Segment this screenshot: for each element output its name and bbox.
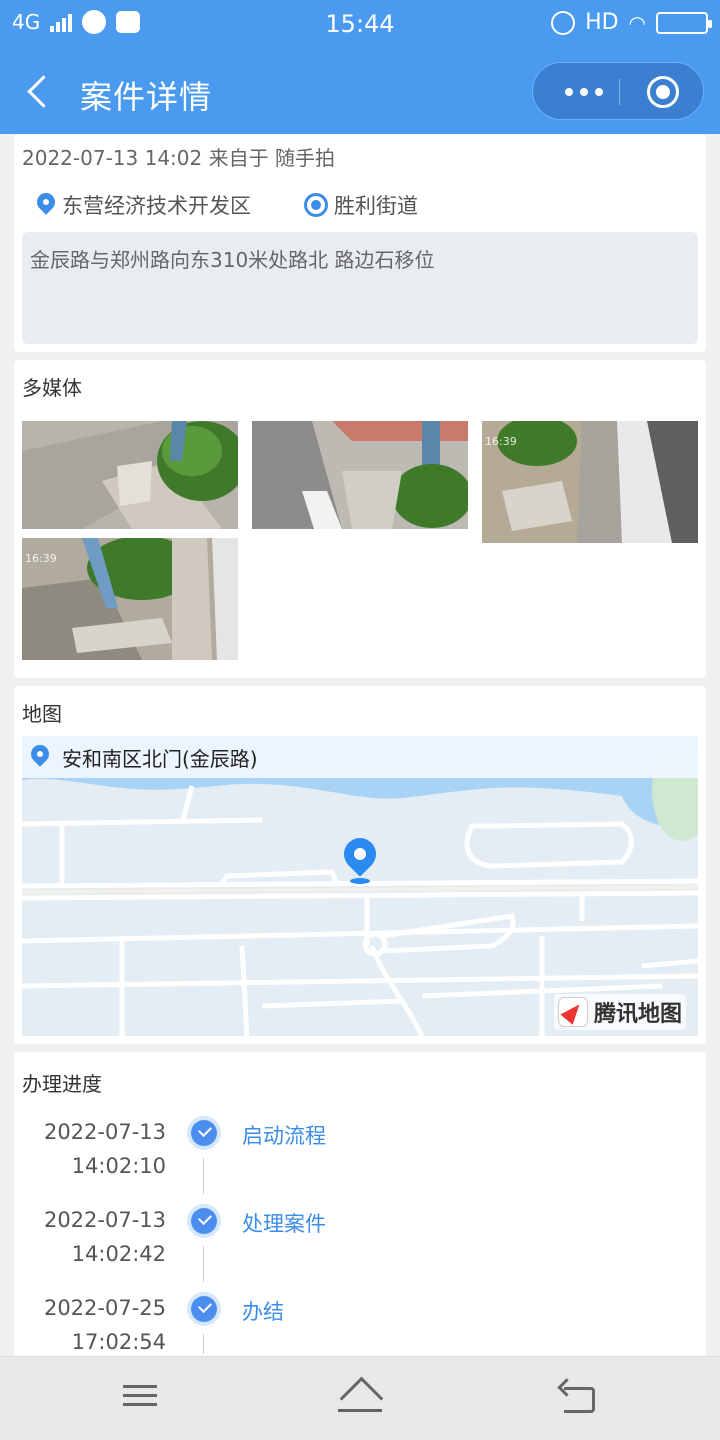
step-time: 14:02:10 <box>71 1154 166 1178</box>
media-photo-4[interactable]: 16:39 <box>22 538 238 660</box>
alarm-icon <box>551 10 576 35</box>
map-address: 安和南区北门(金辰路) <box>62 746 258 771</box>
location-pin-icon <box>36 193 56 217</box>
map-marker-icon[interactable] <box>337 831 383 886</box>
menu-icon[interactable] <box>118 1379 162 1419</box>
street-target-icon <box>304 193 328 217</box>
back-nav-icon[interactable] <box>558 1379 602 1419</box>
home-icon[interactable] <box>338 1379 382 1419</box>
step-date: 2022-07-13 <box>43 1208 166 1232</box>
progress-section-title: 办理进度 <box>22 1072 102 1096</box>
step-label: 办结 <box>242 1300 284 1324</box>
step-time: 17:02:54 <box>71 1330 166 1354</box>
district-tag: 东营经济技术开发区 <box>36 190 251 220</box>
case-description: 金辰路与郑州路向东310米处路北 路边石移位 <box>22 232 698 344</box>
more-options-button[interactable] <box>551 63 617 121</box>
media-photo-3[interactable]: 16:39 <box>482 421 698 543</box>
progress-card: 办理进度 2022-07-13 14:02:10 启动流程 2022-07-13… <box>14 1052 706 1362</box>
wifi-icon: ◠ <box>628 10 646 35</box>
timeline-connector <box>203 1158 204 1194</box>
map-view[interactable]: 安和南区北门(金辰路) 腾讯地图 <box>22 736 698 1036</box>
map-provider-label: 腾讯地图 <box>593 1002 682 1027</box>
step-date: 2022-07-25 <box>43 1296 166 1320</box>
step-time: 14:02:42 <box>71 1242 166 1266</box>
close-miniprogram-button[interactable] <box>647 76 679 108</box>
map-section-title: 地图 <box>22 702 62 726</box>
case-meta: 2022-07-13 14:02 来自于 随手拍 <box>22 146 335 170</box>
map-card: 地图 安和南区北门(金辰路) 腾讯地图 <box>14 686 706 1044</box>
progress-step: 2022-07-13 14:02:10 启动流程 <box>14 1116 706 1200</box>
miniprogram-capsule <box>532 62 704 120</box>
step-date: 2022-07-13 <box>43 1120 166 1144</box>
capsule-divider <box>619 79 620 105</box>
map-provider-logo: 腾讯地图 <box>553 994 686 1030</box>
hd-indicator: HD <box>585 10 619 35</box>
media-section-title: 多媒体 <box>22 376 82 400</box>
system-nav-bar <box>0 1356 720 1440</box>
back-button[interactable] <box>22 70 62 114</box>
photo-timestamp: 16:39 <box>25 552 57 565</box>
step-label: 启动流程 <box>242 1124 326 1148</box>
media-photo-1[interactable] <box>22 421 238 529</box>
case-info-card: 2022-07-13 14:02 来自于 随手拍 东营经济技术开发区 胜利街道 … <box>14 134 706 352</box>
check-circle-icon <box>187 1116 221 1150</box>
nav-header: 案件详情 <box>0 52 720 134</box>
battery-icon <box>656 11 712 34</box>
address-pin-icon <box>30 745 50 769</box>
check-circle-icon <box>187 1292 221 1326</box>
page-title: 案件详情 <box>80 78 213 116</box>
top-bar: 4G 15:44 HD ◠ 案件详情 <box>0 0 720 134</box>
status-bar: 4G 15:44 HD ◠ <box>0 0 720 52</box>
media-photo-2[interactable] <box>252 421 468 529</box>
timeline-connector <box>203 1246 204 1282</box>
compass-icon <box>557 997 588 1027</box>
street-tag: 胜利街道 <box>304 190 418 220</box>
media-card: 多媒体 16:39 16:39 <box>14 360 706 678</box>
photo-timestamp: 16:39 <box>485 435 517 448</box>
step-label: 处理案件 <box>242 1212 326 1236</box>
district-label: 东营经济技术开发区 <box>62 194 251 218</box>
progress-step: 2022-07-13 14:02:42 处理案件 <box>14 1204 706 1288</box>
check-circle-icon <box>187 1204 221 1238</box>
map-address-bar: 安和南区北门(金辰路) <box>22 736 698 778</box>
street-label: 胜利街道 <box>334 194 418 218</box>
timeline-connector <box>203 1334 204 1354</box>
